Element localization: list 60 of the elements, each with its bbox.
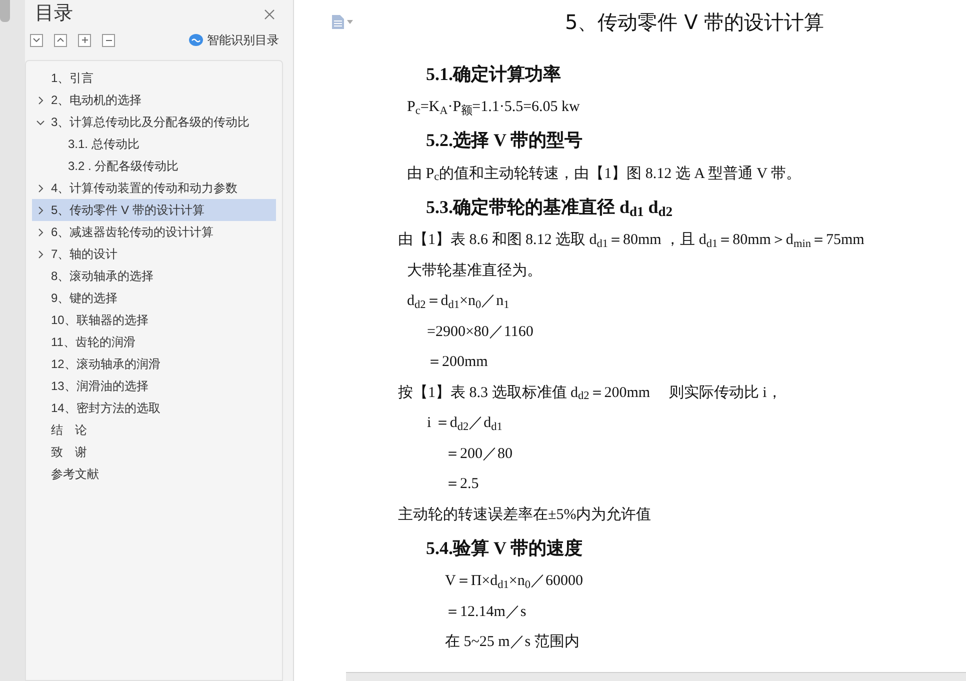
collapse-down-button[interactable] (30, 34, 43, 46)
toc-item[interactable]: 致 谢 (32, 441, 276, 463)
chevron-right-icon[interactable] (36, 206, 45, 214)
toc-item[interactable]: 结 论 (32, 419, 276, 441)
cloud-icon (189, 34, 203, 46)
scroll-thumb[interactable] (0, 0, 10, 22)
toc-item[interactable]: 3、计算总传动比及分配各级的传动比 (32, 111, 276, 133)
chevron-right-icon[interactable] (36, 228, 45, 236)
toc-item[interactable]: 1、引言 (32, 67, 276, 89)
chevron-right-icon[interactable] (36, 250, 45, 258)
section-heading: 5.4.验算 V 带的速度 (426, 536, 583, 560)
toc-item[interactable]: 10、联轴器的选择 (32, 309, 276, 331)
toc-item[interactable]: 5、传动零件 V 带的设计计算 (32, 199, 276, 221)
toc-item[interactable]: 3.1. 总传动比 (32, 133, 276, 155)
toc-item[interactable]: 11、齿轮的润滑 (32, 331, 276, 353)
toc-item[interactable]: 12、滚动轴承的润滑 (32, 353, 276, 375)
toc-item[interactable]: 6、减速器齿轮传动的设计计算 (32, 221, 276, 243)
section-heading: 5.3.确定带轮的基准直径 d$_{d1}$ d$_{d2}$ (426, 196, 673, 220)
body-text: =2900×80／1160 (427, 322, 534, 342)
body-text: ＝200mm (427, 353, 488, 372)
plus-icon (82, 37, 88, 43)
body-text: 由【1】表 8.6 和图 8.12 选取 d$_{d1}$＝80mm ，且 d$_{d1}$＝80mm＞d$_{min}$＝75mm (398, 230, 864, 252)
chevron-down-icon (33, 38, 40, 42)
body-text: i ＝d$_{d2}$／d$_{d1}$ (427, 414, 502, 434)
collapse-up-button[interactable] (54, 34, 67, 46)
body-text: V＝Π×d$_{d1}$×n$_{0}$／60000 (445, 572, 583, 592)
body-text: ＝12.14m／s (445, 602, 526, 622)
body-text: P$_{c}$=K$_{A}$·P$_{额}$=1.1·5.5=6.05 kw (407, 98, 580, 118)
plus-button[interactable] (78, 34, 91, 46)
panel-title: 目录 (35, 2, 73, 26)
toc-item[interactable]: 4、计算传动装置的传动和动力参数 (32, 177, 276, 199)
section-heading: 5.1.确定计算功率 (426, 62, 561, 86)
toc-item[interactable]: 8、滚动轴承的选择 (32, 265, 276, 287)
toc-item[interactable]: 参考文献 (32, 463, 276, 485)
chevron-up-icon (57, 38, 64, 42)
smart-toc-button[interactable]: 智能识别目录 (189, 31, 279, 49)
body-text: 由 P$_{c}$的值和主动轮转速，由【1】图 8.12 选 A 型普通 V 带。 (407, 164, 801, 185)
toc-item[interactable]: 2、电动机的选择 (32, 89, 276, 111)
toc-item[interactable]: 3.2 . 分配各级传动比 (32, 155, 276, 177)
body-text: ＝2.5 (445, 475, 479, 494)
toc-item[interactable]: 14、密封方法的选取 (32, 397, 276, 419)
chevron-down-icon[interactable] (36, 118, 45, 126)
body-text: d$_{d2}$＝d$_{d1}$×n$_{0}$／n$_{1}$ (407, 292, 510, 312)
section-heading: 5.2.选择 V 带的型号 (426, 129, 583, 152)
toc-item[interactable]: 9、键的选择 (32, 287, 276, 309)
body-text: 在 5~25 m／s 范围内 (445, 632, 580, 652)
body-text: 主动轮的转速误差率在±5%内为允许值 (398, 505, 652, 524)
document-icon (332, 15, 344, 29)
toc-item[interactable]: 13、润滑油的选择 (32, 375, 276, 397)
chevron-right-icon[interactable] (36, 184, 45, 192)
body-text: ＝200／80 (445, 444, 512, 464)
close-icon[interactable] (264, 8, 275, 20)
caret-icon (347, 20, 353, 24)
document-title: 5、传动零件 V 带的设计计算 (565, 9, 824, 36)
body-text: 按【1】表 8.3 选取标准值 d$_{d2}$＝200mm 则实际传动比 i， (398, 384, 782, 404)
minus-button[interactable] (102, 34, 115, 46)
body-text: 大带轮基准直径为。 (407, 262, 542, 280)
horizontal-scrollbar[interactable] (346, 672, 966, 681)
toc-item[interactable]: 7、轴的设计 (32, 243, 276, 265)
chevron-right-icon[interactable] (36, 96, 45, 104)
